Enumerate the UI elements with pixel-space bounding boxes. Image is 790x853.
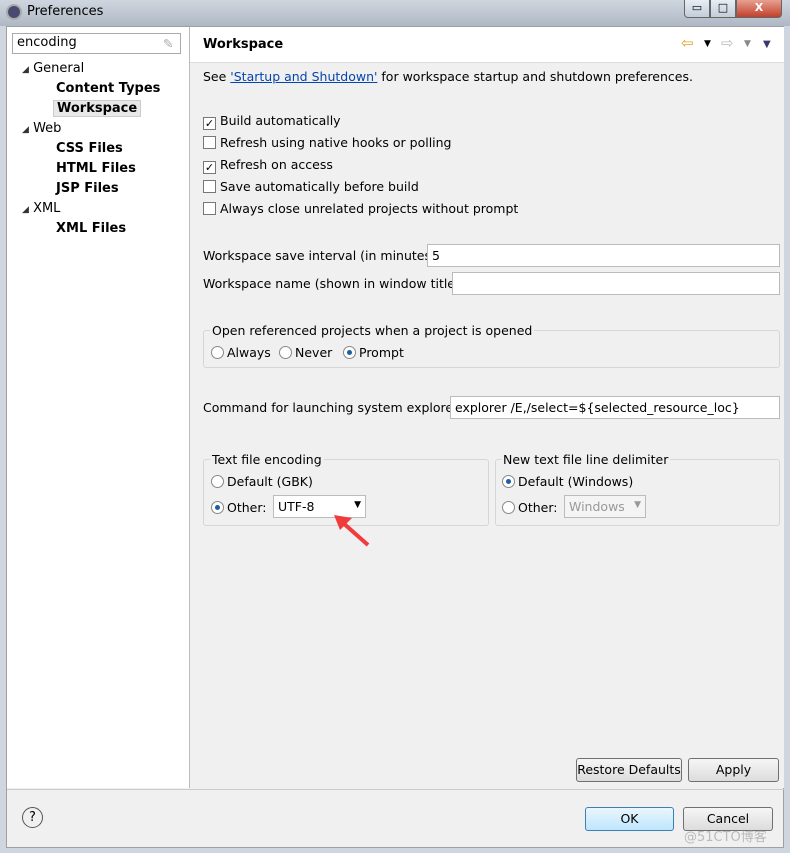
tree-item-general[interactable]: ◢ General — [22, 61, 84, 76]
restore-defaults-button[interactable]: Restore Defaults — [576, 758, 682, 782]
explorer-label: Command for launching system explorer: — [203, 400, 463, 415]
delimiter-other-radio[interactable]: Other: — [502, 500, 557, 515]
dropdown-chevron-icon: ▼ — [634, 500, 641, 510]
radio-selected-icon — [502, 475, 515, 488]
workspace-name-label: Workspace name (shown in window title): — [203, 276, 465, 291]
tree-item-xml[interactable]: ◢ XML — [22, 201, 60, 216]
forward-icon[interactable]: ⇨ — [721, 34, 734, 52]
explorer-command-input[interactable]: explorer /E,/select=${selected_resource_… — [450, 396, 780, 419]
checkbox-checked-icon: ✓ — [203, 117, 216, 130]
close-unrelated-checkbox[interactable]: Always close unrelated projects without … — [203, 201, 518, 216]
text-encoding-legend: Text file encoding — [210, 452, 324, 467]
radio-icon — [211, 346, 224, 359]
checkbox-icon — [203, 180, 216, 193]
open-prompt-radio[interactable]: Prompt — [343, 345, 404, 360]
view-menu-icon[interactable]: ▼ — [763, 39, 771, 50]
clear-filter-icon[interactable]: ✎ — [163, 36, 173, 51]
preferences-icon — [6, 4, 22, 20]
tree-item-web[interactable]: ◢ Web — [22, 121, 61, 136]
checkbox-checked-icon: ✓ — [203, 161, 216, 174]
red-arrow-annotation — [334, 515, 370, 547]
back-menu-chevron-icon[interactable]: ▼ — [704, 39, 711, 49]
checkbox-icon — [203, 136, 216, 149]
back-icon[interactable]: ⇦ — [681, 34, 694, 52]
maximize-button[interactable]: □ — [710, 0, 736, 18]
footer-divider — [7, 789, 784, 790]
forward-menu-chevron-icon[interactable]: ▼ — [744, 39, 751, 49]
save-before-build-checkbox[interactable]: Save automatically before build — [203, 179, 419, 194]
tree-item-xml-files[interactable]: XML Files — [56, 221, 126, 236]
line-delimiter-legend: New text file line delimiter — [501, 452, 671, 467]
save-interval-label: Workspace save interval (in minutes): — [203, 248, 441, 263]
tree-item-jsp-files[interactable]: JSP Files — [56, 181, 119, 196]
page-title: Workspace — [203, 37, 284, 52]
delimiter-select[interactable]: Windows ▼ — [564, 495, 646, 518]
ok-button[interactable]: OK — [585, 807, 674, 831]
minimize-button[interactable]: ▭ — [684, 0, 710, 18]
dropdown-chevron-icon: ▼ — [354, 500, 361, 510]
intro-text: See 'Startup and Shutdown' for workspace… — [203, 69, 693, 84]
tree-item-css-files[interactable]: CSS Files — [56, 141, 123, 156]
window-title: Preferences — [27, 4, 104, 19]
workspace-name-input[interactable] — [452, 272, 780, 295]
title-bar — [0, 0, 790, 26]
checkbox-icon — [203, 202, 216, 215]
radio-icon — [279, 346, 292, 359]
radio-selected-icon — [211, 501, 224, 514]
watermark: @51CTO博客 — [684, 830, 767, 845]
open-projects-legend: Open referenced projects when a project … — [210, 323, 535, 338]
encoding-other-radio[interactable]: Other: — [211, 500, 266, 515]
delimiter-default-radio[interactable]: Default (Windows) — [502, 474, 633, 489]
tree-item-content-types[interactable]: Content Types — [56, 81, 160, 96]
help-button[interactable]: ? — [22, 807, 43, 828]
refresh-native-hooks-checkbox[interactable]: Refresh using native hooks or polling — [203, 135, 452, 150]
encoding-default-radio[interactable]: Default (GBK) — [211, 474, 313, 489]
startup-shutdown-link[interactable]: 'Startup and Shutdown' — [230, 69, 377, 84]
open-never-radio[interactable]: Never — [279, 345, 332, 360]
open-always-radio[interactable]: Always — [211, 345, 271, 360]
radio-icon — [502, 501, 515, 514]
expanded-icon: ◢ — [22, 205, 29, 215]
apply-button[interactable]: Apply — [688, 758, 779, 782]
close-button[interactable]: X — [736, 0, 782, 18]
build-automatically-checkbox[interactable]: ✓ Build automatically — [203, 113, 341, 130]
save-interval-input[interactable]: 5 — [427, 244, 780, 267]
expanded-icon: ◢ — [22, 125, 29, 135]
radio-selected-icon — [343, 346, 356, 359]
filter-input[interactable]: encoding — [12, 33, 181, 54]
refresh-on-access-checkbox[interactable]: ✓ Refresh on access — [203, 157, 333, 174]
expanded-icon: ◢ — [22, 65, 29, 75]
tree-item-html-files[interactable]: HTML Files — [56, 161, 136, 176]
tree-item-workspace[interactable]: Workspace — [53, 100, 142, 117]
radio-icon — [211, 475, 224, 488]
